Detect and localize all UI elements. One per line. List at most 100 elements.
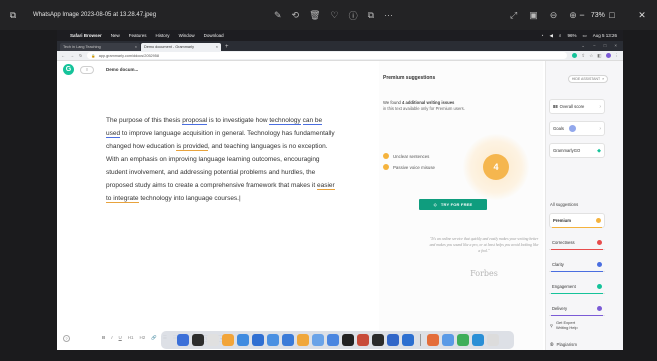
category-color-icon	[596, 218, 601, 223]
edit-with-icon[interactable]: ⧉	[368, 10, 374, 21]
zoom-out-icon[interactable]: ⊖	[550, 10, 558, 21]
close-icon[interactable]: ✕	[627, 10, 657, 21]
browser-restore-icon[interactable]: □	[604, 43, 607, 49]
category-engagement[interactable]: Engagement	[549, 279, 605, 294]
document-editor[interactable]: The purpose of this thesis proposal is t…	[106, 114, 338, 205]
url-field[interactable]: 🔒 app.grammarly.com/ddocs/2052958	[87, 52, 568, 59]
menu-history[interactable]: History	[156, 33, 170, 38]
search-icon[interactable]: ⌕	[559, 33, 562, 38]
tab-tech-in-lang[interactable]: Tech in Lang Teaching ×	[60, 43, 140, 51]
italic-icon[interactable]: I	[111, 335, 112, 341]
tab-list-icon[interactable]: ⌄	[581, 43, 585, 49]
found-prefix: We found	[383, 100, 403, 105]
dock-app-icon[interactable]	[441, 334, 454, 346]
category-clarity[interactable]: Clarity	[549, 257, 605, 272]
dock-app-icon[interactable]	[371, 334, 384, 346]
grammarly-extension-icon[interactable]	[572, 52, 578, 58]
browser-menu-icon[interactable]: ⋮	[615, 53, 620, 59]
grammarly-logo-icon[interactable]: G	[63, 64, 74, 75]
viewer-toolbar: ⧉ WhatsApp Image 2023-08-05 at 13.28.47.…	[0, 0, 657, 30]
wifi-icon[interactable]: ◔	[541, 33, 544, 38]
dock-app-icon[interactable]	[426, 334, 439, 346]
volume-icon[interactable]: ◀	[549, 33, 552, 39]
minimize-icon[interactable]: −	[567, 10, 597, 20]
category-delivery[interactable]: Delivery	[549, 301, 605, 316]
goals-card[interactable]: Goals ›	[549, 121, 605, 136]
dock-app-icon[interactable]	[386, 334, 399, 346]
dock-app-icon[interactable]	[471, 334, 484, 346]
try-for-free-button[interactable]: ◇ TRY FOR FREE	[419, 199, 487, 210]
plagiarism-link[interactable]: ⦾ Plagiarism	[550, 342, 577, 347]
dock-app-icon[interactable]	[191, 334, 204, 346]
suggestion-highlight[interactable]: is provided	[176, 143, 208, 151]
profile-avatar[interactable]	[605, 52, 611, 58]
dock-app-icon[interactable]	[326, 334, 339, 346]
dock-app-icon[interactable]	[401, 334, 414, 346]
extensions-icon[interactable]: ◧	[597, 53, 601, 59]
dock-app-icon[interactable]	[236, 334, 249, 346]
browser-close-icon[interactable]: ×	[614, 43, 617, 49]
battery-icon: ▭	[582, 32, 587, 38]
dock-app-icon[interactable]	[311, 334, 324, 346]
tab-close-icon[interactable]: ×	[135, 45, 137, 49]
dock-app-icon[interactable]	[176, 334, 189, 346]
help-icon[interactable]: ?	[63, 334, 70, 342]
h1-icon[interactable]: H1	[128, 335, 134, 341]
maximize-icon[interactable]: □	[597, 10, 627, 20]
tab-close-icon[interactable]: ×	[216, 45, 218, 49]
doc-title[interactable]: Demo docum...	[106, 67, 138, 72]
info-icon[interactable]: ⓘ	[349, 9, 358, 22]
suggestion-highlight[interactable]: proposal	[182, 117, 208, 125]
h2-icon[interactable]: H2	[140, 335, 146, 341]
hide-assistant-button[interactable]: HIDE ASSISTANT»	[568, 75, 608, 83]
all-suggestions-label[interactable]: All suggestions	[550, 202, 578, 207]
delete-icon[interactable]: 🗑	[309, 10, 320, 21]
mac-dock	[161, 331, 514, 349]
reload-icon[interactable]: ↻	[79, 53, 82, 58]
dock-app-icon[interactable]	[456, 334, 469, 346]
menu-features[interactable]: Features	[129, 33, 147, 38]
category-premium[interactable]: Premium	[549, 213, 605, 228]
menu-window[interactable]: Window	[179, 33, 195, 38]
fit-icon[interactable]: ▣	[529, 10, 538, 21]
dock-app-icon[interactable]	[296, 334, 309, 346]
share-icon[interactable]: ⇪	[581, 53, 585, 59]
fullscreen-icon[interactable]: ⤢	[510, 10, 517, 21]
link-icon[interactable]: 🔗	[151, 335, 157, 341]
grammarly-go-card[interactable]: GrammarlyGO ◆	[549, 143, 605, 158]
more-icon[interactable]: ···	[384, 10, 393, 20]
dock-app-icon[interactable]	[486, 334, 499, 346]
viewer-tools: ✎ ⟲ 🗑 ♡ ⓘ ⧉ ···	[274, 0, 393, 30]
menu-new[interactable]: New	[111, 33, 120, 38]
category-correctness[interactable]: Correctness	[549, 235, 605, 250]
doc-text-run: The purpose of this thesis	[106, 117, 183, 124]
plagiarism-icon: ⦾	[550, 342, 554, 347]
gallery-icon[interactable]: ⧉	[4, 6, 22, 24]
forward-icon[interactable]: →	[70, 53, 74, 58]
back-icon[interactable]: ←	[61, 53, 65, 58]
favorite-icon[interactable]: ♡	[331, 10, 339, 21]
dock-app-icon[interactable]	[281, 334, 294, 346]
dock-app-icon[interactable]	[341, 334, 354, 346]
browser-minimize-icon[interactable]: −	[593, 43, 596, 49]
bookmark-icon[interactable]: ☆	[589, 53, 593, 59]
dock-app-icon[interactable]	[266, 334, 279, 346]
category-label: Premium	[553, 218, 571, 223]
app-name[interactable]: Safari Browser	[70, 33, 102, 38]
menu-icon[interactable]: ≡	[80, 65, 94, 74]
edit-image-icon[interactable]: ✎	[274, 10, 282, 21]
overall-score-card[interactable]: 88 Overall score ›	[549, 99, 605, 114]
dock-app-icon[interactable]	[221, 334, 234, 346]
rotate-icon[interactable]: ⟲	[292, 10, 300, 21]
expert-icon: ⚲	[550, 322, 553, 328]
underline-icon[interactable]: U	[119, 335, 122, 341]
suggestion-highlight[interactable]: technology	[269, 117, 301, 125]
menu-download[interactable]: Download	[204, 33, 224, 38]
dock-app-icon[interactable]	[206, 334, 219, 346]
bold-icon[interactable]: B	[102, 335, 105, 341]
dock-app-icon[interactable]	[356, 334, 369, 346]
expert-help-link[interactable]: ⚲ Get Expert Writing Help	[550, 320, 578, 330]
dock-app-icon[interactable]	[251, 334, 264, 346]
new-tab-icon[interactable]: +	[225, 43, 229, 51]
tab-grammarly[interactable]: Demo document - Grammarly ×	[141, 43, 221, 51]
